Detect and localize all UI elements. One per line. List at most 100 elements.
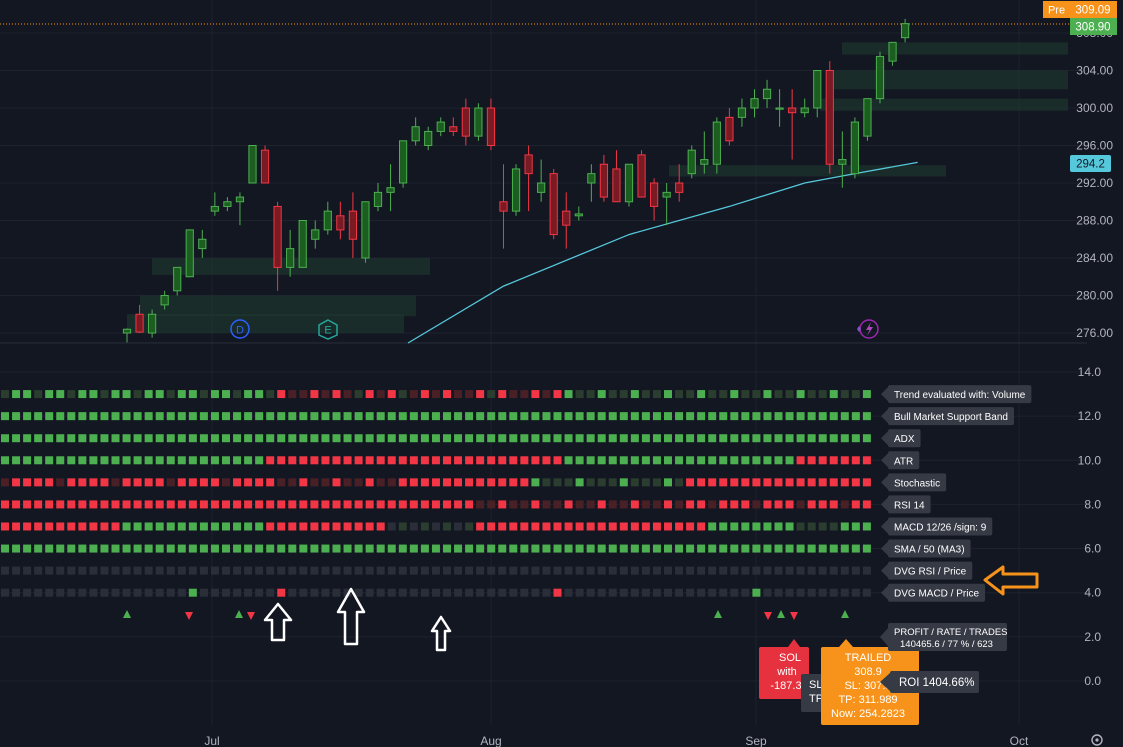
- indicator-square: [409, 390, 418, 399]
- indicator-square: [321, 434, 330, 443]
- candle-body: [148, 313, 157, 334]
- indicator-square: [774, 478, 783, 487]
- indicator-label-text: Trend evaluated with: Volume: [894, 390, 1026, 401]
- indicator-square: [409, 544, 418, 553]
- indicator-square: [553, 456, 562, 465]
- indicator-square: [188, 566, 197, 575]
- indicator-square: [222, 522, 230, 531]
- indicator-square: [586, 390, 595, 399]
- svg-text:with: with: [776, 666, 797, 678]
- indicator-square: [376, 456, 385, 465]
- price-axis[interactable]: 308.00304.00300.00296.00292.00288.00284.…: [1076, 26, 1113, 340]
- indicator-square: [288, 412, 297, 421]
- indicator-square: [244, 390, 253, 399]
- indicator-square: [851, 478, 860, 487]
- indicator-square: [851, 566, 860, 575]
- indicator-square: [255, 456, 264, 465]
- price-tick-label: 292.00: [1076, 176, 1113, 190]
- indicator-square: [12, 390, 21, 399]
- indicator-square: [553, 544, 562, 553]
- indicator-square: [310, 500, 319, 509]
- indicator-square: [255, 412, 264, 421]
- indicator-square: [177, 390, 186, 399]
- indicator-square: [45, 588, 54, 597]
- indicator-square: [730, 500, 739, 509]
- indicator-square: [365, 500, 374, 509]
- indicator-square: [210, 390, 219, 399]
- indicator-square: [741, 566, 750, 575]
- candle-body: [775, 107, 784, 110]
- indicator-square: [619, 500, 628, 509]
- indicator-square: [774, 588, 783, 597]
- indicator-square: [520, 566, 529, 575]
- trading-chart[interactable]: D E Trend evaluated with: Volume Bull Mar…: [0, 0, 1123, 747]
- indicator-square: [321, 566, 330, 575]
- indicator-square: [133, 588, 142, 597]
- svg-text:Now: 254.2823: Now: 254.2823: [831, 708, 905, 720]
- indicator-square: [851, 412, 860, 421]
- indicator-square: [56, 456, 65, 465]
- indicator-square: [420, 412, 429, 421]
- indicator-square: [409, 412, 418, 421]
- indicator-square: [299, 522, 308, 531]
- indicator-square: [697, 434, 706, 443]
- indicator-square: [564, 478, 573, 487]
- indicator-square: [586, 456, 595, 465]
- candle-body: [198, 238, 207, 250]
- indicator-square: [476, 390, 485, 399]
- indicator-square: [763, 434, 772, 443]
- indicator-square: [45, 522, 54, 531]
- indicator-square: [630, 412, 639, 421]
- indicator-square: [288, 544, 297, 553]
- indicator-square: [741, 412, 750, 421]
- indicator-square: [144, 478, 153, 487]
- indicator-square: [796, 500, 805, 509]
- zone-rect: [820, 98, 1068, 111]
- indicator-square: [619, 434, 628, 443]
- indicator-square: [23, 544, 32, 553]
- indicator-square: [23, 412, 32, 421]
- indicator-square: [343, 412, 352, 421]
- indicator-square: [299, 500, 308, 509]
- indicator-square: [675, 390, 684, 399]
- indicator-square: [597, 544, 606, 553]
- indicator-square: [443, 522, 451, 531]
- indicator-square: [177, 412, 186, 421]
- indicator-square: [575, 544, 584, 553]
- indicator-square: [443, 412, 451, 421]
- indicator-square: [34, 478, 43, 487]
- indicator-square: [210, 566, 219, 575]
- indicator-square: [465, 588, 474, 597]
- indicator-square: [67, 390, 76, 399]
- indicator-square: [299, 544, 308, 553]
- indicator-square: [277, 522, 286, 531]
- indicator-square: [188, 500, 197, 509]
- indicator-square: [420, 522, 429, 531]
- indicator-square: [387, 588, 396, 597]
- indicator-square: [785, 390, 794, 399]
- indicator-square: [443, 544, 451, 553]
- indicator-square: [664, 412, 672, 421]
- indicator-square: [288, 522, 297, 531]
- candle-body: [712, 121, 721, 165]
- candle-body: [549, 173, 558, 236]
- indicator-square: [288, 478, 297, 487]
- indicator-label-text: Stochastic: [894, 478, 940, 489]
- indicator-square: [752, 566, 761, 575]
- indicator-square: [332, 544, 341, 553]
- indicator-square: [774, 522, 783, 531]
- indicator-square: [752, 522, 761, 531]
- indicator-square: [487, 412, 496, 421]
- indicator-square: [144, 566, 153, 575]
- indicator-square: [531, 500, 540, 509]
- indicator-square: [144, 500, 153, 509]
- indicator-square: [111, 566, 120, 575]
- indicator-square: [542, 412, 551, 421]
- indicator-square: [586, 478, 595, 487]
- indicator-square: [443, 478, 451, 487]
- indicator-square: [509, 566, 518, 575]
- indicator-square: [840, 544, 849, 553]
- indicator-square: [398, 390, 407, 399]
- indicator-square: [487, 522, 496, 531]
- indicator-square: [210, 456, 219, 465]
